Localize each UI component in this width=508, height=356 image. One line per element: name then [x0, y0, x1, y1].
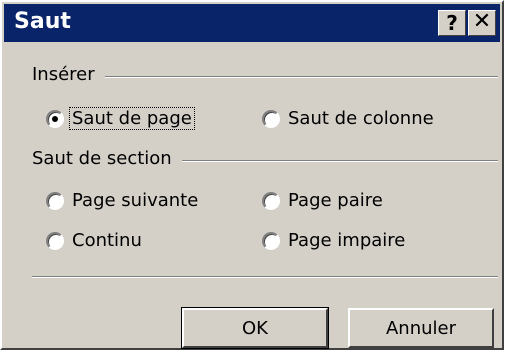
bottom-divider [32, 276, 498, 278]
radio-saut-de-page[interactable]: Saut de page [46, 107, 195, 130]
help-icon[interactable]: ? [438, 10, 466, 36]
radio-saut-de-colonne[interactable]: Saut de colonne [262, 108, 436, 129]
radio-label: Page impaire [288, 230, 406, 251]
close-icon[interactable]: ✕ [468, 10, 496, 36]
break-dialog: Saut ? ✕ Insérer Saut de page Saut de co… [0, 0, 504, 350]
window-title: Saut [14, 9, 71, 34]
radio-button[interactable] [262, 191, 280, 210]
radio-label: Saut de page [69, 107, 195, 130]
radio-continu[interactable]: Continu [46, 230, 144, 251]
section-group-label: Saut de section [32, 148, 182, 169]
radio-label: Continu [72, 230, 142, 251]
radio-button[interactable] [262, 231, 280, 250]
radio-button[interactable] [46, 109, 64, 128]
title-bar[interactable]: Saut ? ✕ [4, 4, 500, 42]
radio-page-suivante[interactable]: Page suivante [46, 190, 200, 211]
radio-label: Page suivante [72, 190, 199, 211]
radio-button[interactable] [46, 191, 64, 210]
radio-page-impaire[interactable]: Page impaire [262, 230, 407, 251]
radio-label: Saut de colonne [288, 108, 434, 129]
radio-label: Page paire [288, 190, 383, 211]
cancel-button[interactable]: Annuler [348, 308, 494, 348]
radio-button[interactable] [262, 109, 280, 128]
radio-button[interactable] [46, 231, 64, 250]
ok-button[interactable]: OK [181, 307, 329, 349]
radio-page-paire[interactable]: Page paire [262, 190, 385, 211]
insert-group-label: Insérer [32, 64, 105, 85]
